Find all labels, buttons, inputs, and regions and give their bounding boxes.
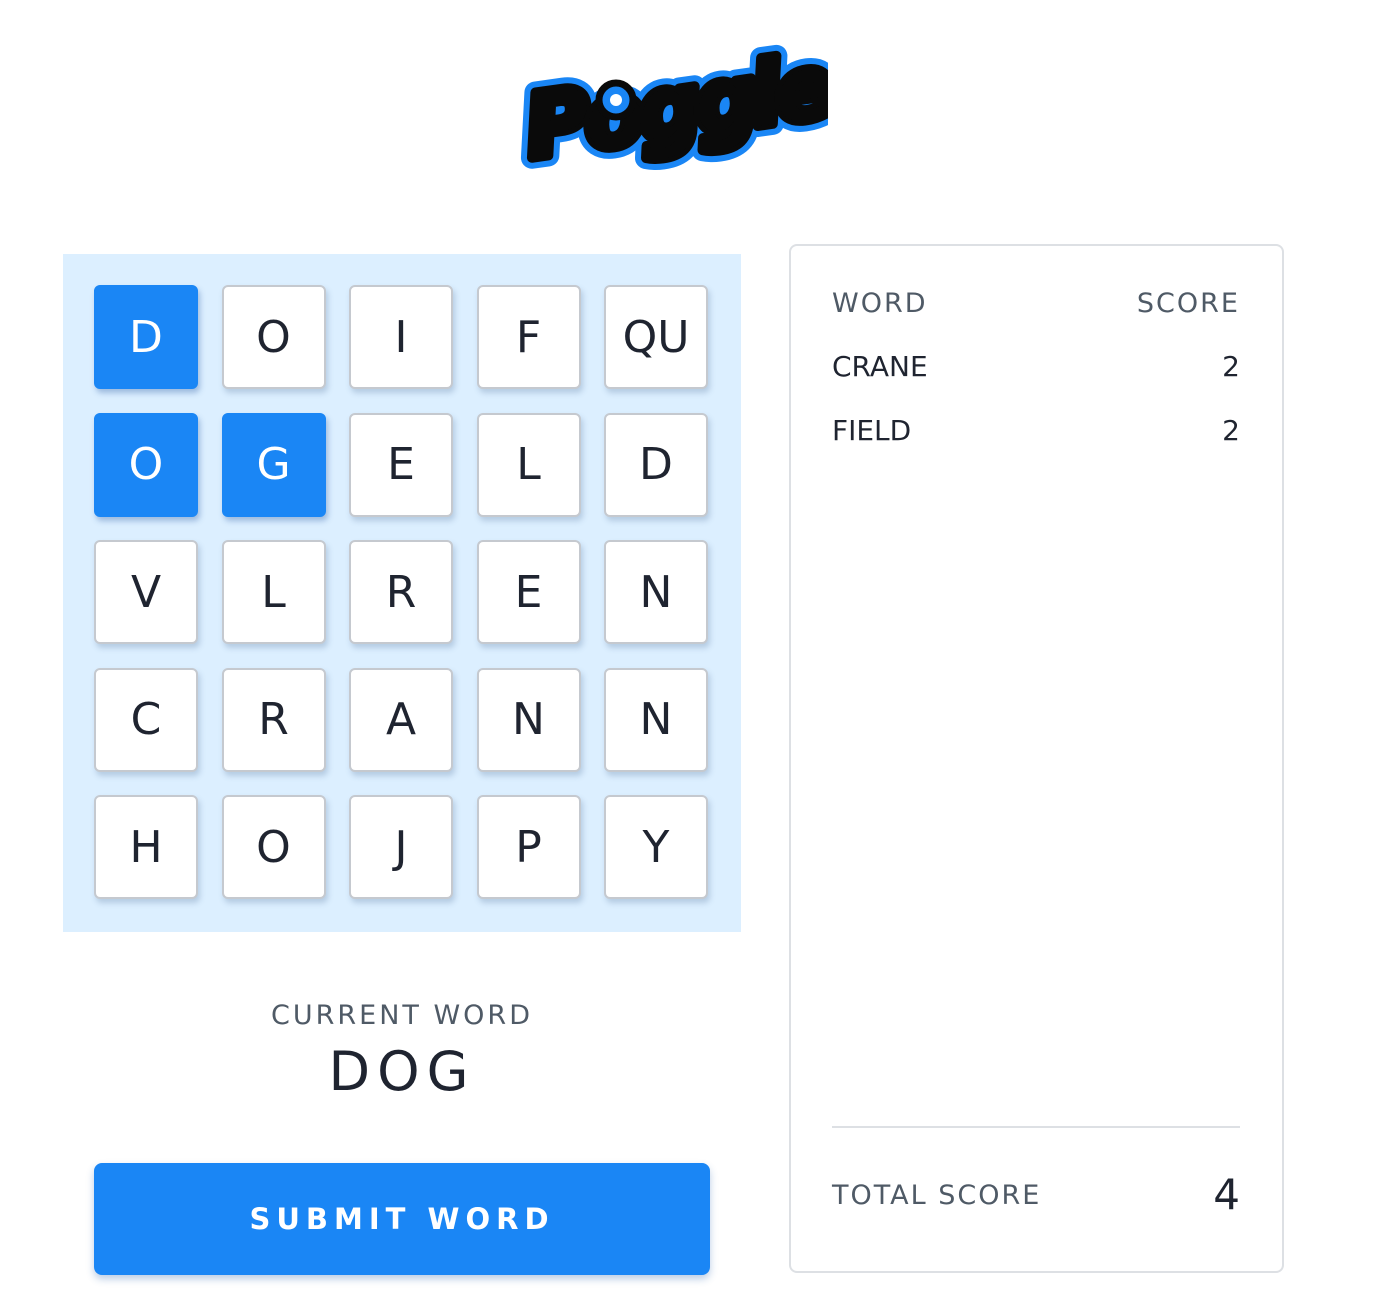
letter-tile[interactable]: N	[476, 667, 581, 772]
letter-tile[interactable]: O	[221, 285, 326, 389]
letter-tile[interactable]: E	[349, 412, 453, 517]
letter-tile[interactable]: G	[221, 412, 326, 517]
score-panel: WORD SCORE CRANE 2 FIELD 2 TOTAL SCORE 4	[789, 244, 1284, 1273]
found-word-score: 2	[1222, 414, 1240, 447]
letter-tile[interactable]: N	[604, 540, 708, 644]
letter-tile[interactable]: D	[94, 285, 198, 389]
score-column-header: SCORE	[1136, 288, 1240, 319]
letter-tile[interactable]: P	[476, 795, 581, 899]
letter-tile[interactable]: F	[476, 285, 581, 389]
letter-tile[interactable]: L	[476, 412, 581, 517]
found-words-list: CRANE 2 FIELD 2	[832, 350, 1240, 478]
letter-tile[interactable]: O	[221, 795, 326, 899]
total-score-label: TOTAL SCORE	[832, 1180, 1042, 1211]
total-score-value: 4	[1213, 1170, 1240, 1219]
word-column-header: WORD	[832, 288, 928, 319]
found-word: CRANE	[832, 350, 928, 383]
letter-tile[interactable]: R	[221, 667, 326, 772]
letter-tile[interactable]: O	[94, 412, 198, 517]
svg-text:Poggle: Poggle	[519, 38, 828, 170]
found-word-row: FIELD 2	[832, 414, 1240, 478]
letter-tile[interactable]: C	[94, 667, 198, 772]
found-word: FIELD	[832, 414, 912, 447]
letter-tile[interactable]: Y	[604, 795, 708, 899]
letter-tile[interactable]: L	[221, 540, 326, 644]
letter-tile[interactable]: H	[94, 795, 198, 899]
submit-word-button[interactable]: SUBMIT WORD	[94, 1163, 710, 1275]
letter-tile[interactable]: A	[349, 667, 453, 772]
letter-tile[interactable]: QU	[604, 285, 708, 389]
poggle-logo: Poggle Poggle Poggle	[512, 38, 828, 170]
current-word-label: CURRENT WORD	[271, 1000, 533, 1031]
found-word-score: 2	[1222, 350, 1240, 383]
letter-tile[interactable]: J	[349, 795, 453, 899]
letter-tile[interactable]: V	[94, 540, 198, 644]
letter-tile[interactable]: N	[604, 667, 708, 772]
total-divider	[832, 1126, 1240, 1128]
letter-tile[interactable]: R	[349, 540, 453, 644]
found-word-row: CRANE 2	[832, 350, 1240, 414]
current-word: DOG	[328, 1040, 476, 1103]
letter-tile[interactable]: I	[349, 285, 453, 389]
score-table-header: WORD SCORE	[832, 288, 1240, 319]
letter-tile[interactable]: E	[476, 540, 581, 644]
letter-tile[interactable]: D	[604, 412, 708, 517]
letter-board: D O I F QU O G E L D V L R E N C R A N N H O J P Y	[63, 254, 741, 932]
